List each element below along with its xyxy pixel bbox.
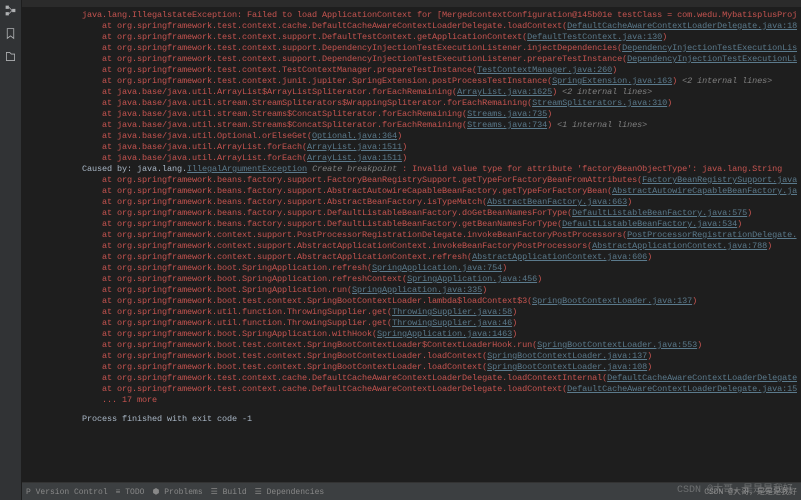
status-tab[interactable]: ☰ Dependencies <box>255 488 325 497</box>
stack-frame: at java.base/java.util.ArrayList$ArrayLi… <box>82 87 797 98</box>
stack-frame: at org.springframework.boot.test.context… <box>82 362 797 373</box>
stack-frame: at org.springframework.boot.SpringApplic… <box>82 329 797 340</box>
stack-frame: at org.springframework.util.function.Thr… <box>82 318 797 329</box>
caused-by-line: Caused by: java.lang.IllegalArgumentExce… <box>82 164 797 175</box>
source-link[interactable]: SpringApplication.java:1463 <box>377 329 512 339</box>
source-link[interactable]: Optional.java:364 <box>312 131 397 141</box>
exception-header: java.lang.IllegalstateException: Failed … <box>82 10 797 21</box>
source-link[interactable]: TestContextManager.java:260 <box>477 65 612 75</box>
status-tab[interactable]: ☰ Build <box>211 488 247 497</box>
source-link[interactable]: DependencyInjectionTestExecutionListener… <box>622 43 797 53</box>
status-bar: P Version Control ≡ TODO ⬢ Problems ☰ Build… <box>22 482 801 500</box>
editor-top-bar <box>22 0 801 8</box>
stack-frame: at org.springframework.boot.test.context… <box>82 351 797 362</box>
stack-frame: at org.springframework.test.context.cach… <box>82 21 797 32</box>
source-link[interactable]: SpringApplication.java:754 <box>372 263 502 273</box>
status-tab[interactable]: P Version Control <box>26 488 108 497</box>
stack-frame: at org.springframework.test.context.juni… <box>82 76 797 87</box>
source-link[interactable]: Streams.java:735 <box>467 109 547 119</box>
stack-frame: at org.springframework.beans.factory.sup… <box>82 208 797 219</box>
internal-lines-note: <2 internal lines> <box>562 87 652 97</box>
stack-frame: at java.base/java.util.ArrayList.forEach… <box>82 153 797 164</box>
stack-frame: at org.springframework.test.context.supp… <box>82 32 797 43</box>
status-tab[interactable]: ≡ TODO <box>116 488 145 497</box>
source-link[interactable]: SpringBootContextLoader.java:137 <box>487 351 647 361</box>
source-link[interactable]: AbstractApplicationContext.java:788 <box>592 241 767 251</box>
exception-class-link[interactable]: IllegalArgumentException <box>187 164 307 174</box>
source-link[interactable]: Streams.java:734 <box>467 120 547 130</box>
console-output[interactable]: java.lang.IllegalstateException: Failed … <box>22 8 801 482</box>
stack-frame: at java.base/java.util.stream.StreamSpli… <box>82 98 797 109</box>
stack-frame: at org.springframework.context.support.P… <box>82 230 797 241</box>
source-link[interactable]: StreamSpliterators.java:310 <box>532 98 667 108</box>
stack-frame: at java.base/java.util.Optional.orElseGe… <box>82 131 797 142</box>
stack-frame: at org.springframework.boot.test.context… <box>82 296 797 307</box>
stack-frame: at org.springframework.boot.SpringApplic… <box>82 263 797 274</box>
source-link[interactable]: SpringExtension.java:163 <box>552 76 672 86</box>
status-right: CSDN @大哥，是是是我好 <box>704 486 797 497</box>
structure-icon[interactable] <box>4 4 17 17</box>
stack-frame: at org.springframework.beans.factory.sup… <box>82 186 797 197</box>
source-link[interactable]: DefaultTestContext.java:130 <box>527 32 662 42</box>
exit-code-line: Process finished with exit code -1 <box>82 414 797 425</box>
source-link[interactable]: ThrowingSupplier.java:58 <box>392 307 512 317</box>
stack-frame: at org.springframework.util.function.Thr… <box>82 307 797 318</box>
source-link[interactable]: AbstractBeanFactory.java:663 <box>487 197 627 207</box>
source-link[interactable]: DefaultCacheAwareContextLoaderDelegate.j… <box>567 384 797 394</box>
stack-frame: at org.springframework.beans.factory.sup… <box>82 219 797 230</box>
bookmark-icon[interactable] <box>4 27 17 40</box>
left-tool-strip <box>0 0 22 500</box>
source-link[interactable]: SpringBootContextLoader.java:108 <box>487 362 647 372</box>
stack-frame: at org.springframework.test.context.supp… <box>82 54 797 65</box>
build-icon[interactable] <box>4 50 17 63</box>
stack-frame: at org.springframework.context.support.A… <box>82 241 797 252</box>
stack-frame: at org.springframework.test.context.Test… <box>82 65 797 76</box>
stack-frame: at java.base/java.util.stream.Streams$Co… <box>82 120 797 131</box>
source-link[interactable]: DependencyInjectionTestExecutionListener… <box>627 54 797 64</box>
source-link[interactable]: ArrayList.java:1511 <box>307 153 402 163</box>
stack-frame: at org.springframework.context.support.A… <box>82 252 797 263</box>
internal-lines-note: <1 internal lines> <box>557 120 647 130</box>
create-breakpoint[interactable]: Create breakpoint <box>307 164 402 174</box>
source-link[interactable]: FactoryBeanRegistrySupport.java:86 <box>642 175 797 185</box>
stack-frame: at org.springframework.test.context.cach… <box>82 384 797 395</box>
source-link[interactable]: DefaultCacheAwareContextLoaderDelegate.j… <box>567 21 797 31</box>
source-link[interactable]: ThrowingSupplier.java:46 <box>392 318 512 328</box>
stack-frame: at org.springframework.test.context.cach… <box>82 373 797 384</box>
stack-frame: at org.springframework.beans.factory.sup… <box>82 175 797 186</box>
source-link[interactable]: ArrayList.java:1625 <box>457 87 552 97</box>
source-link[interactable]: DefaultListableBeanFactory.java:534 <box>562 219 737 229</box>
source-link[interactable]: SpringApplication.java:335 <box>352 285 482 295</box>
stack-frame: at org.springframework.boot.SpringApplic… <box>82 274 797 285</box>
source-link[interactable]: DefaultListableBeanFactory.java:575 <box>572 208 747 218</box>
source-link[interactable]: AbstractApplicationContext.java:606 <box>472 252 647 262</box>
stack-frame: at org.springframework.boot.SpringApplic… <box>82 285 797 296</box>
stack-frame: at java.base/java.util.ArrayList.forEach… <box>82 142 797 153</box>
more-frames: ... 17 more <box>82 395 797 406</box>
source-link[interactable]: SpringBootContextLoader.java:553 <box>537 340 697 350</box>
source-link[interactable]: DefaultCacheAwareContextLoaderDelegate.j… <box>607 373 797 383</box>
source-link[interactable]: ArrayList.java:1511 <box>307 142 402 152</box>
source-link[interactable]: AbstractAutowireCapableBeanFactory.java:… <box>612 186 797 196</box>
stack-frame: at org.springframework.beans.factory.sup… <box>82 197 797 208</box>
stack-frame: at java.base/java.util.stream.Streams$Co… <box>82 109 797 120</box>
internal-lines-note: <2 internal lines> <box>682 76 772 86</box>
source-link[interactable]: PostProcessorRegistrationDelegate.java:1… <box>627 230 797 240</box>
stack-frame: at org.springframework.boot.test.context… <box>82 340 797 351</box>
stack-frame: at org.springframework.test.context.supp… <box>82 43 797 54</box>
status-tab[interactable]: ⬢ Problems <box>152 488 202 497</box>
source-link[interactable]: SpringApplication.java:456 <box>407 274 537 284</box>
source-link[interactable]: SpringBootContextLoader.java:137 <box>532 296 692 306</box>
